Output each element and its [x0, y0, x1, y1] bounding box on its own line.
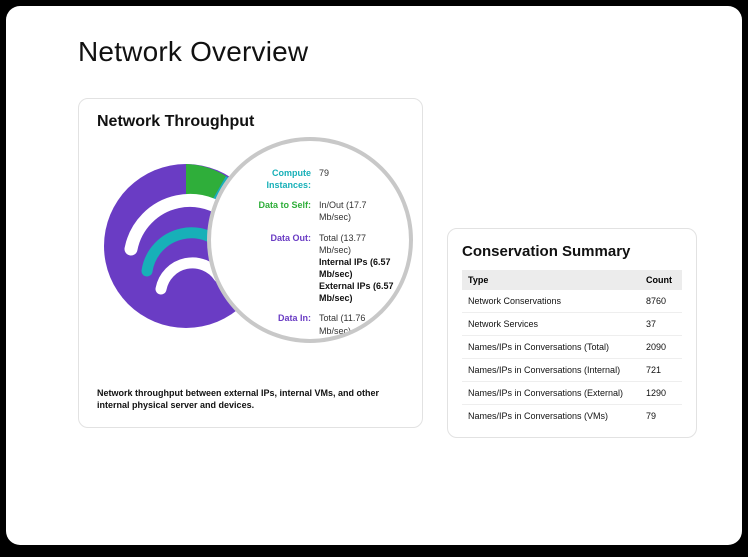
metric-label: Compute Instances: [229, 167, 311, 191]
table-row: Names/IPs in Conversations (External)129… [462, 382, 682, 405]
summary-table: Type Count Network Conservations8760 Net… [462, 270, 682, 427]
throughput-title: Network Throughput [97, 113, 404, 131]
card-network-throughput: Network Throughput Compute Instances: [78, 98, 423, 428]
table-row: Network Services37 [462, 313, 682, 336]
metric-data-self: Data to Self: In/Out (17.7 Mb/sec) [229, 199, 395, 223]
throughput-caption: Network throughput between external IPs,… [97, 387, 404, 411]
main-row: Network Throughput Compute Instances: [78, 98, 702, 438]
dashboard-page: Network Overview Network Throughput [6, 6, 742, 545]
col-type: Type [462, 270, 640, 290]
table-row: Names/IPs in Conversations (VMs)79 [462, 405, 682, 428]
throughput-chart-area: Compute Instances: 79 Data to Self: In/O… [97, 143, 404, 373]
card-conservation-summary: Conservation Summary Type Count Network … [447, 228, 697, 438]
metric-value: Total (11.76 Mb/sec) Internal IPs (11.44… [319, 312, 395, 343]
col-count: Count [640, 270, 682, 290]
metric-value: Total (13.77 Mb/sec) Internal IPs (6.57 … [319, 232, 395, 305]
page-title: Network Overview [78, 36, 702, 68]
table-row: Names/IPs in Conversations (Total)2090 [462, 336, 682, 359]
table-row: Network Conservations8760 [462, 290, 682, 313]
metric-label: Data to Self: [229, 199, 311, 223]
metric-label: Data Out: [229, 232, 311, 305]
metric-value: 79 [319, 167, 329, 191]
magnifier-detail-panel: Compute Instances: 79 Data to Self: In/O… [207, 137, 413, 343]
table-row: Names/IPs in Conversations (Internal)721 [462, 359, 682, 382]
metric-value: In/Out (17.7 Mb/sec) [319, 199, 395, 223]
metric-compute: Compute Instances: 79 [229, 167, 395, 191]
metric-data-out: Data Out: Total (13.77 Mb/sec) Internal … [229, 232, 395, 305]
summary-title: Conservation Summary [462, 243, 682, 260]
